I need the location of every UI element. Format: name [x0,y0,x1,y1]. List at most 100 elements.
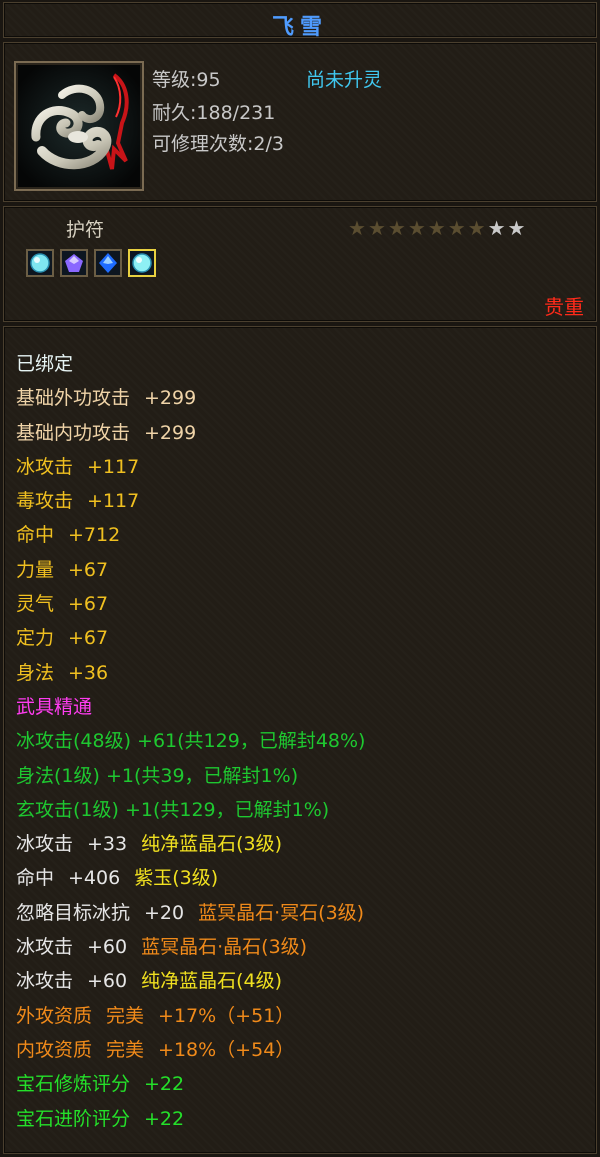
stat-line: 命中 +712 [16,518,586,552]
stat-value: +117 [87,455,140,478]
star-icon: ★ [487,216,506,240]
gem-slot-3[interactable] [94,249,122,277]
stat-line: 冰攻击 +60 纯净蓝晶石(4级) [16,964,586,998]
stat-line: 玄攻击(1级) +1(共129，已解封1%) [16,793,586,827]
stat-line: 冰攻击(48级) +61(共129，已解封48%) [16,724,586,758]
stat-label: 灵气 [16,593,55,616]
stat-line: 宝石修炼评分 +22 [16,1067,586,1101]
durability: 耐久:188/231 [152,102,276,124]
stat-line: 冰攻击 +117 [16,450,586,484]
purple-gem-icon [65,254,83,272]
stat-value: +20 [144,901,185,924]
stat-label: 冰攻击 [16,455,74,478]
stat-value: +406 [68,867,121,890]
stat-label: 基础外功攻击 [16,387,131,410]
star-icon: ★ [407,216,426,240]
stat-line: 力量 +67 [16,553,586,587]
stat-line: 定力 +67 [16,621,586,655]
stat-line: 命中 +406 紫玉(3级) [16,861,586,895]
stat-line: 基础外功攻击 +299 [16,381,586,415]
stat-label: 冰攻击 [16,970,74,993]
gem-slot-1[interactable] [26,249,54,277]
stat-line: 外攻资质 完美 +17%（+51） [16,999,586,1033]
stat-source: 蓝冥晶石·晶石(3级) [141,936,308,959]
stat-line: 灵气 +67 [16,587,586,621]
stat-label: 外攻资质 [16,1004,93,1027]
stat-source: 蓝冥晶石·冥石(3级) [198,901,365,924]
stat-label: 毒攻击 [16,490,74,513]
stat-label: 宝石进阶评分 [16,1107,131,1130]
stat-line: 冰攻击 +60 蓝冥晶石·晶石(3级) [16,930,586,964]
stat-label: 力量 [16,558,55,581]
stat-label: 冰攻击(48级) +61(共129，已解封48%) [16,730,366,753]
rarity-label: 贵重 [544,295,584,319]
star-icon: ★ [447,216,466,240]
stat-value: +36 [68,661,109,684]
stat-line: 身法(1级) +1(共39，已解封1%) [16,759,586,793]
stat-line: 宝石进阶评分 +22 [16,1102,586,1136]
spirit-status: 尚未升灵 [306,69,383,91]
stat-line: 毒攻击 +117 [16,484,586,518]
repair-count: 可修理次数:2/3 [152,133,284,155]
stat-label: 命中 [16,524,55,547]
stat-value: 完美 [106,1004,145,1027]
stat-value: +67 [68,627,109,650]
stat-value: +22 [144,1073,185,1096]
stat-label: 武具精通 [16,695,93,718]
gem-slot-4[interactable] [128,249,156,277]
item-tooltip: 飞雪 等级:95 尚未升灵 耐久:188/231 可修理次数:2/3 护符 ★ … [0,0,600,1157]
stat-label: 身法 [16,661,55,684]
stat-label: 宝石修炼评分 [16,1073,131,1096]
stat-source: 紫玉(3级) [134,867,219,890]
stat-label: 忽略目标冰抗 [16,901,131,924]
stat-label: 冰攻击 [16,936,74,959]
stat-value: +117 [87,490,140,513]
item-name: 飞雪 [271,15,328,40]
item-type: 护符 [66,219,105,241]
item-icon-frame [14,61,144,191]
stat-label: 已绑定 [16,353,74,375]
stat-line: 内攻资质 完美 +18%（+54） [16,1033,586,1067]
blue-gem-icon [99,253,117,273]
stat-line: 忽略目标冰抗 +20 蓝冥晶石·冥石(3级) [16,896,586,930]
star-icon: ★ [387,216,406,240]
cyan-gem-icon [132,253,152,273]
star-icon: ★ [367,216,386,240]
stat-list: 已绑定 基础外功攻击 +299 基础内功攻击 +299 冰攻击 +117 毒攻击 +117 命中 +… [16,347,586,1136]
stat-label: 玄攻击(1级) +1(共129，已解封1%) [16,798,330,821]
item-summary: 护符 ★ ★ ★ ★ ★ ★ ★ ★ ★ 贵重 [3,206,597,322]
star-icon: ★ [507,216,526,240]
stat-label: 定力 [16,627,55,650]
stat-value: +299 [144,387,197,410]
stat-line: 身法 +36 [16,656,586,690]
stat-label: 内攻资质 [16,1038,93,1061]
stat-line: 冰攻击 +33 纯净蓝晶石(3级) [16,827,586,861]
gem-slots [26,249,156,277]
item-level: 等级:95 [152,69,221,91]
stat-label: 命中 [16,867,55,890]
jade-amulet-icon [18,65,140,187]
stat-source: +17%（+51） [158,1004,295,1027]
stats-panel: 已绑定 基础外功攻击 +299 基础内功攻击 +299 冰攻击 +117 毒攻击 +117 命中 +… [3,326,597,1154]
stat-value: +67 [68,593,109,616]
stat-source: 纯净蓝晶石(4级) [141,970,283,993]
title-bar: 飞雪 [3,2,597,40]
stat-value: +60 [87,936,128,959]
item-header: 等级:95 尚未升灵 耐久:188/231 可修理次数:2/3 [3,42,597,202]
stat-line: 已绑定 [16,347,586,381]
stat-label: 基础内功攻击 [16,421,131,444]
star-icon: ★ [348,216,366,240]
gem-slot-2[interactable] [60,249,88,277]
stat-value: +712 [68,524,121,547]
star-icon: ★ [467,216,486,240]
stat-value: +22 [144,1107,185,1130]
stat-source: 纯净蓝晶石(3级) [141,833,283,856]
stat-value: +33 [87,833,128,856]
star-icon: ★ [427,216,446,240]
star-rating: ★ ★ ★ ★ ★ ★ ★ ★ ★ [348,217,525,239]
stat-value: +67 [68,558,109,581]
stat-value: 完美 [106,1038,145,1061]
cyan-gem-icon [30,253,50,273]
stat-source: +18%（+54） [158,1038,295,1061]
stat-line: 基础内功攻击 +299 [16,416,586,450]
